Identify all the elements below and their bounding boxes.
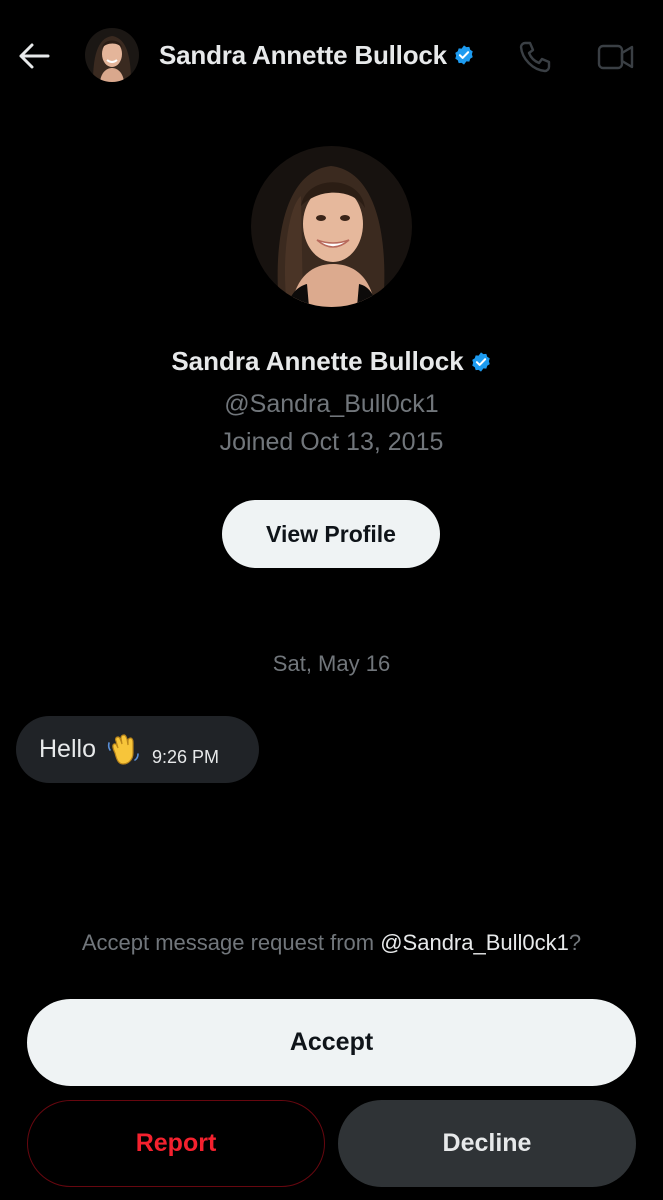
video-call-button[interactable] <box>596 38 636 76</box>
profile-joined-date: Joined Oct 13, 2015 <box>219 428 444 456</box>
conversation-header: Sandra Annette Bullock <box>0 0 663 110</box>
arrow-left-icon <box>19 43 50 69</box>
profile-name-row: Sandra Annette Bullock <box>0 346 663 377</box>
message-text: Hello <box>39 735 96 763</box>
back-button[interactable] <box>14 36 54 76</box>
waving-hand-icon <box>107 733 139 765</box>
header-avatar[interactable] <box>85 28 139 82</box>
request-suffix: ? <box>568 930 582 955</box>
decline-button[interactable]: Decline <box>338 1100 636 1187</box>
message-bubble[interactable]: Hello 9:26 PM <box>16 716 259 783</box>
message-timestamp: 9:26 PM <box>151 747 220 767</box>
dm-conversation-screen: Sandra Annette Bullock Sandra Annette Bu… <box>0 0 663 1200</box>
request-prefix: Accept message request from <box>81 930 381 955</box>
voice-call-button[interactable] <box>516 38 554 76</box>
date-separator: Sat, May 16 <box>272 651 391 676</box>
request-handle[interactable]: @Sandra_Bull0ck1 <box>380 930 569 955</box>
message-request-prompt: Accept message request from @Sandra_Bull… <box>0 930 663 956</box>
verified-badge-icon <box>471 351 490 372</box>
profile-handle: @Sandra_Bull0ck1 <box>224 390 439 418</box>
profile-avatar[interactable] <box>251 146 412 307</box>
header-name: Sandra Annette Bullock <box>159 39 447 70</box>
header-title[interactable]: Sandra Annette Bullock <box>159 38 475 72</box>
view-profile-button[interactable]: View Profile <box>222 500 440 568</box>
accept-button[interactable]: Accept <box>27 999 636 1086</box>
report-button[interactable]: Report <box>27 1100 325 1187</box>
phone-icon <box>519 41 551 73</box>
verified-badge-icon <box>455 45 473 65</box>
video-camera-icon <box>597 44 634 70</box>
profile-name: Sandra Annette Bullock <box>171 346 464 376</box>
